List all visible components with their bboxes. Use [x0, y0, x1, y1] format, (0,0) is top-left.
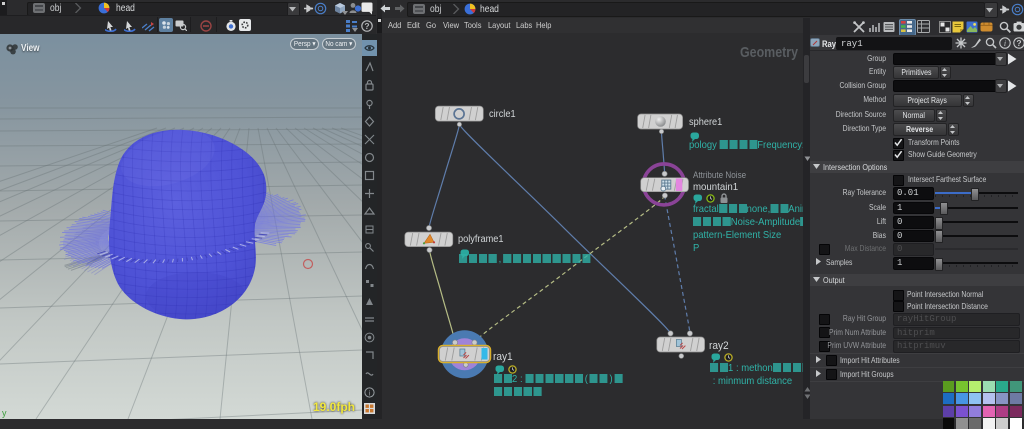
- svg-text:y: y: [2, 408, 7, 418]
- svg-text:i: i: [369, 390, 371, 397]
- svg-text:?: ?: [364, 21, 369, 31]
- svg-text:?: ?: [1016, 38, 1021, 48]
- svg-text:i: i: [1004, 39, 1006, 48]
